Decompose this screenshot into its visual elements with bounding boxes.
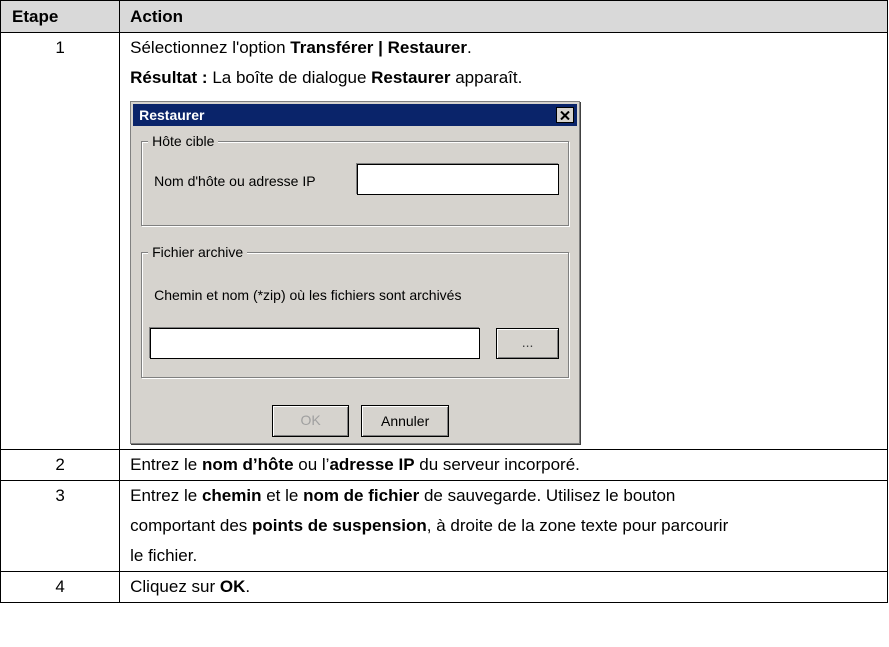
ok-button[interactable]: OK [272, 405, 350, 437]
path-label: Chemin et nom (*zip) où les fichiers son… [154, 287, 462, 303]
table-row: 2 Entrez le nom d’hôte ou l’adresse IP d… [0, 449, 888, 481]
dialog-name: Restaurer [371, 68, 451, 87]
text-span: Sélectionnez l'option [130, 38, 291, 57]
result-label: Résultat : [130, 68, 208, 87]
text-span: de sauvegarde. Utilisez le bouton [419, 486, 676, 505]
step-number: 2 [0, 449, 121, 481]
text-span: , à droite de la zone texte pour parcour… [426, 516, 729, 535]
text-span: comportant des [130, 516, 253, 535]
host-label: Nom d'hôte ou adresse IP [154, 173, 316, 189]
step-number: 4 [0, 571, 121, 603]
host-input[interactable] [357, 164, 560, 195]
bold-term: nom de fichier [303, 486, 420, 505]
text-span: Entrez le [130, 455, 202, 474]
action-line: comportant des points de suspension, à d… [130, 511, 887, 541]
text-span: . [467, 38, 472, 57]
bold-term: nom d’hôte [201, 455, 294, 474]
text-span: ou l’ [293, 455, 330, 474]
table-header-row: Etape Action [0, 0, 888, 33]
bold-term: OK [219, 577, 246, 596]
text-span: et le [261, 486, 304, 505]
action-cell: Sélectionnez l'option Transférer | Resta… [119, 32, 888, 450]
procedure-table: Etape Action 1 Sélectionnez l'option Tra… [0, 0, 888, 603]
text-span: La boîte de dialogue [207, 68, 372, 87]
action-line: Sélectionnez l'option Transférer | Resta… [130, 33, 887, 63]
text-span: apparaît. [450, 68, 523, 87]
table-row: 3 Entrez le chemin et le nom de fichier … [0, 480, 888, 572]
text-span: du serveur incorporé. [414, 455, 580, 474]
bold-term: chemin [201, 486, 262, 505]
action-cell: Cliquez sur OK. [119, 571, 888, 603]
step-number: 1 [0, 32, 121, 450]
action-line: Résultat : La boîte de dialogue Restaure… [130, 63, 887, 93]
cancel-button[interactable]: Annuler [361, 405, 450, 437]
bold-term: points de suspension [252, 516, 427, 535]
host-group-legend: Hôte cible [148, 133, 219, 149]
action-cell: Entrez le nom d’hôte ou l’adresse IP du … [119, 449, 888, 481]
path-input[interactable] [150, 328, 481, 359]
text-span: Entrez le [130, 486, 202, 505]
dialog-titlebar: Restaurer [133, 104, 578, 126]
archive-file-group: Fichier archive Chemin et nom (*zip) où … [141, 244, 570, 378]
close-icon [560, 110, 570, 120]
table-row: 1 Sélectionnez l'option Transférer | Res… [0, 32, 888, 450]
text-span: . [245, 577, 251, 596]
bold-term: adresse IP [329, 455, 415, 474]
close-button[interactable] [556, 107, 575, 123]
archive-group-legend: Fichier archive [148, 244, 248, 260]
text-span: Cliquez sur [130, 577, 220, 596]
browse-button[interactable]: ... [496, 328, 560, 359]
action-line: Entrez le chemin et le nom de fichier de… [130, 481, 887, 511]
action-cell: Entrez le chemin et le nom de fichier de… [119, 480, 888, 572]
action-line: Entrez le nom d’hôte ou l’adresse IP du … [130, 450, 887, 480]
action-line: Cliquez sur OK. [130, 572, 887, 602]
restore-dialog: Restaurer Hôte cible Nom d'hôte ou adres… [130, 101, 581, 444]
step-number: 3 [0, 480, 121, 572]
header-step: Etape [0, 0, 121, 33]
menu-path: Transférer | Restaurer [290, 38, 467, 57]
dialog-title: Restaurer [139, 107, 205, 123]
table-row: 4 Cliquez sur OK. [0, 571, 888, 603]
action-line: le fichier. [130, 546, 198, 565]
header-action: Action [119, 0, 888, 33]
host-group: Hôte cible Nom d'hôte ou adresse IP [141, 133, 570, 226]
